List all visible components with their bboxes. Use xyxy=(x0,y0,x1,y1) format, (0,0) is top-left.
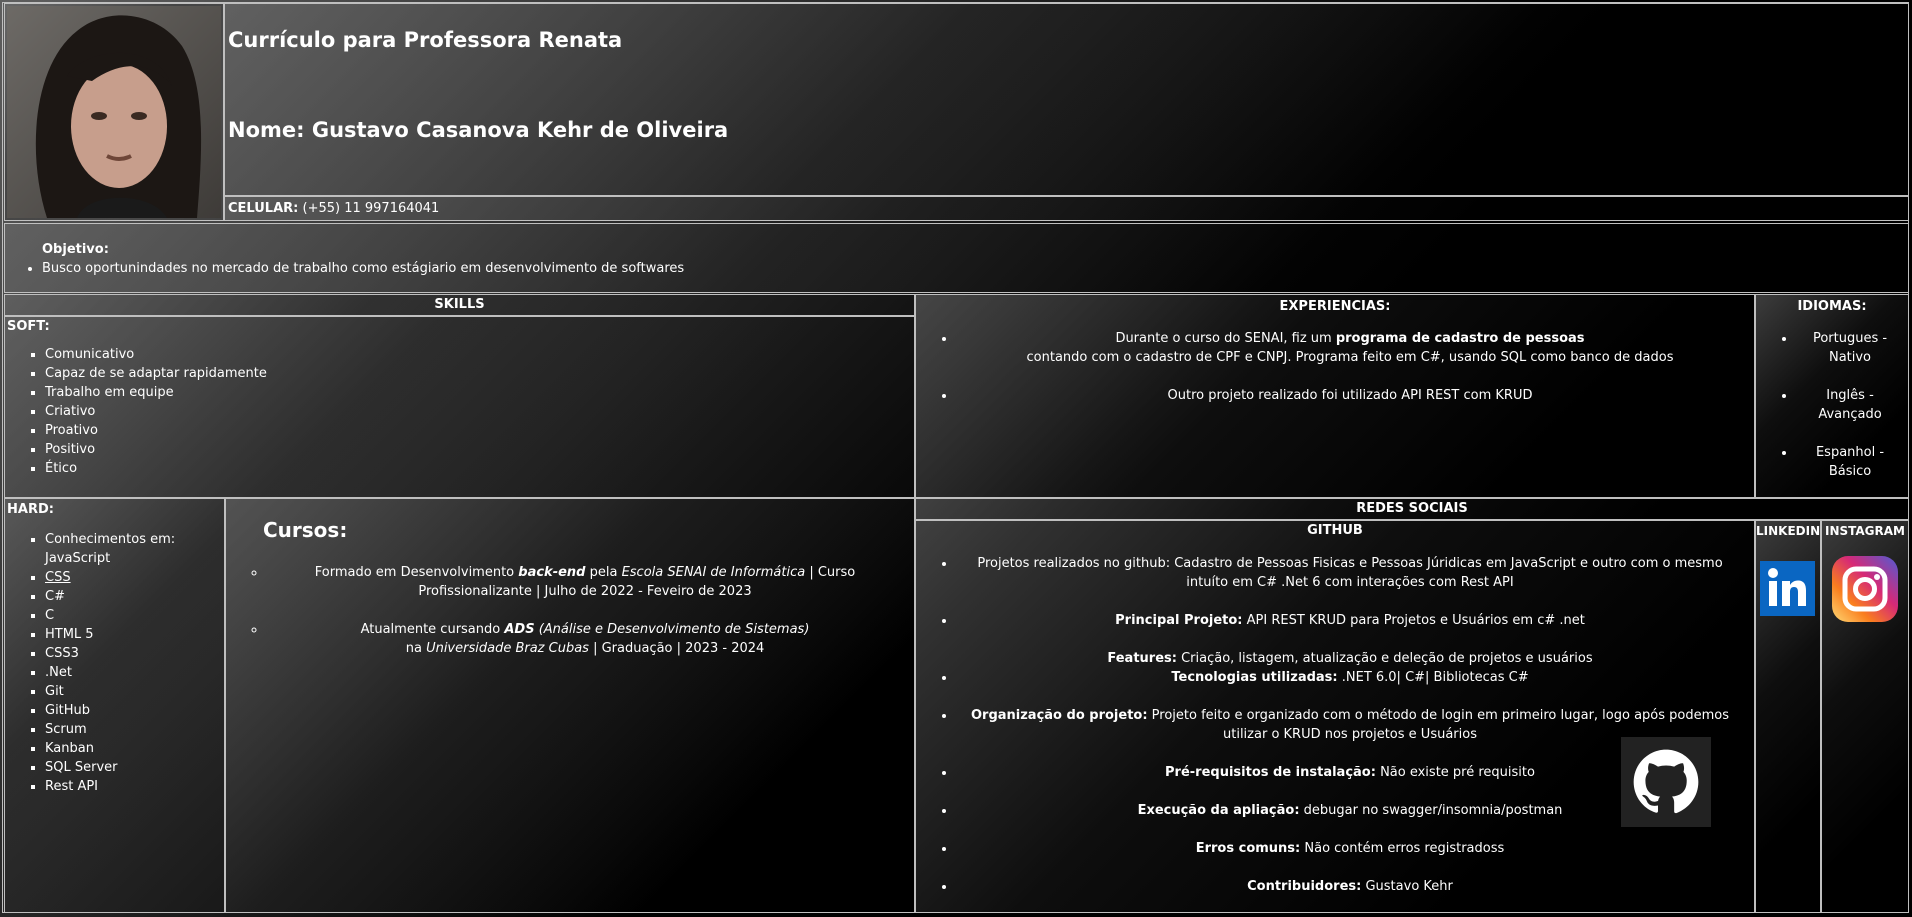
hard-skills-cell: HARD: Conhecimentos em: JavaScriptCSSC#C… xyxy=(4,498,225,913)
github-item: Projetos realizados no github: Cadastro … xyxy=(956,554,1744,592)
github-item: Principal Projeto: API REST KRUD para Pr… xyxy=(956,611,1744,630)
experience-item: Durante o curso do SENAI, fiz um program… xyxy=(956,329,1744,367)
phone-value: (+55) 11 997164041 xyxy=(298,201,440,216)
language-item: Espanhol - Básico xyxy=(1796,443,1904,481)
objective-cell: Objetivo: Busco oportunindades no mercad… xyxy=(4,223,1909,293)
header-cell: Currículo para Professora Renata Nome: G… xyxy=(224,3,1909,196)
full-name: Nome: Gustavo Casanova Kehr de Oliveira xyxy=(228,118,729,142)
hard-skill-item: C xyxy=(45,606,216,625)
soft-skill-item: Trabalho em equipe xyxy=(45,383,914,402)
phone-cell: CELULAR: (+55) 11 997164041 xyxy=(224,196,1909,221)
language-item: Inglês - Avançado xyxy=(1796,386,1904,424)
hard-skill-item: CSS3 xyxy=(45,644,216,663)
objective-label: Objetivo: xyxy=(42,242,109,257)
linkedin-cell: LINKEDIN xyxy=(1755,520,1821,913)
soft-skills-cell: SOFT: ComunicativoCapaz de se adaptar ra… xyxy=(4,316,915,498)
hard-label: HARD: xyxy=(7,502,54,517)
avatar-image xyxy=(7,6,221,218)
hard-skill-item: Conhecimentos em: JavaScript xyxy=(45,530,216,568)
hard-skill-item: Kanban xyxy=(45,739,216,758)
hard-skill-item: Scrum xyxy=(45,720,216,739)
experiences-header: EXPERIENCIAS: xyxy=(1279,299,1391,314)
phone-label: CELULAR: xyxy=(228,201,299,216)
soft-skill-item: Comunicativo xyxy=(45,345,914,364)
instagram-cell: INSTAGRAM xyxy=(1821,520,1909,913)
github-icon[interactable] xyxy=(1621,737,1711,827)
objective-text: Busco oportunindades no mercado de traba… xyxy=(42,259,1908,278)
hard-skill-item: HTML 5 xyxy=(45,625,216,644)
hard-skill-item: GitHub xyxy=(45,701,216,720)
soft-label: SOFT: xyxy=(7,319,50,334)
soft-skill-item: Ético xyxy=(45,459,914,478)
instagram-header: INSTAGRAM xyxy=(1824,524,1905,538)
languages-cell: IDIOMAS: Portugues - Nativo Inglês - Avan… xyxy=(1755,294,1909,498)
course-item: Atualmente cursando ADS (Análise e Desen… xyxy=(266,620,904,658)
github-item: Tecnologias utilizadas: .NET 6.0| C#| Bi… xyxy=(956,668,1744,687)
github-item: Contribuidores: Gustavo Kehr xyxy=(956,877,1744,896)
soft-skill-item: Capaz de se adaptar rapidamente xyxy=(45,364,914,383)
linkedin-icon[interactable] xyxy=(1760,561,1815,616)
language-item: Portugues - Nativo xyxy=(1796,329,1904,367)
hard-skill-item: Rest API xyxy=(45,777,216,796)
hard-skill-item: C# xyxy=(45,587,216,606)
hard-skill-item: CSS xyxy=(45,568,216,587)
profile-photo xyxy=(4,3,224,221)
github-cell: GITHUB Projetos realizados no github: Ca… xyxy=(915,520,1755,913)
skills-header: SKILLS xyxy=(4,294,915,316)
page-title: Currículo para Professora Renata xyxy=(228,28,623,52)
languages-header: IDIOMAS: xyxy=(1797,299,1867,314)
hard-skill-item: .Net xyxy=(45,663,216,682)
courses-cell: Cursos: Formado em Desenvolvimento back-… xyxy=(225,498,915,913)
hard-skill-item: SQL Server xyxy=(45,758,216,777)
experiences-cell: EXPERIENCIAS: Durante o curso do SENAI, … xyxy=(915,294,1755,498)
instagram-icon[interactable] xyxy=(1832,556,1898,622)
soft-skill-item: Positivo xyxy=(45,440,914,459)
social-header: REDES SOCIAIS xyxy=(915,498,1909,520)
soft-skill-item: Criativo xyxy=(45,402,914,421)
github-item: Features: Criação, listagem, atualização… xyxy=(1107,651,1593,666)
github-header: GITHUB xyxy=(1307,523,1363,538)
experience-item: Outro projeto realizado foi utilizado AP… xyxy=(956,386,1744,405)
github-item: Erros comuns: Não contém erros registrad… xyxy=(956,839,1744,858)
course-item: Formado em Desenvolvimento back-end pela… xyxy=(266,563,904,601)
hard-skill-item: Git xyxy=(45,682,216,701)
courses-title: Cursos: xyxy=(263,518,348,542)
soft-skill-item: Proativo xyxy=(45,421,914,440)
linkedin-header: LINKEDIN xyxy=(1756,524,1821,538)
